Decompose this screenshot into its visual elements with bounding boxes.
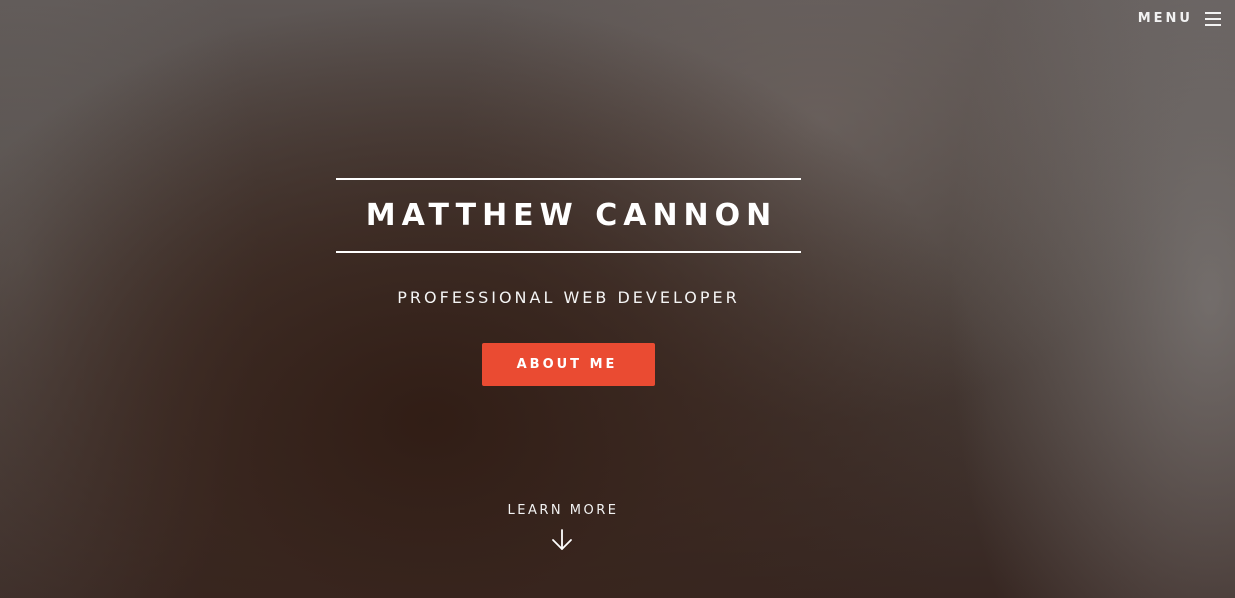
- menu-label[interactable]: MENU: [1138, 11, 1193, 26]
- hero-section: MATTHEW CANNON PROFESSIONAL WEB DEVELOPE…: [336, 178, 801, 386]
- about-me-button[interactable]: ABOUT ME: [482, 343, 655, 386]
- tagline: PROFESSIONAL WEB DEVELOPER: [397, 288, 740, 307]
- menu-toggle[interactable]: MENU: [1138, 11, 1221, 26]
- learn-more-label[interactable]: LEARN MORE: [468, 503, 656, 518]
- hamburger-icon[interactable]: [1205, 11, 1221, 26]
- site-title: MATTHEW CANNON: [365, 198, 778, 233]
- arrow-down-icon[interactable]: [550, 528, 574, 552]
- learn-more-link[interactable]: LEARN MORE: [468, 503, 656, 552]
- title-box: MATTHEW CANNON: [336, 178, 801, 253]
